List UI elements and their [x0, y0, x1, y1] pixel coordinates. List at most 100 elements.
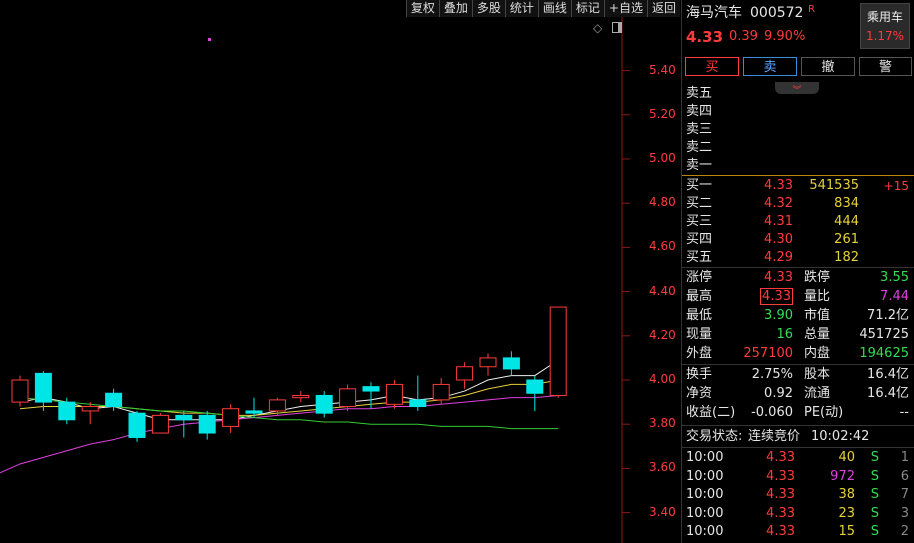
stat-label: 现量 — [686, 327, 713, 342]
bid-row[interactable]: 买四 4.30 261 — [682, 231, 914, 249]
tick-price: 4.33 — [766, 450, 795, 465]
kline-chart[interactable]: 5.40 5.20 5.00 4.80 4.60 4.40 4.20 4.00 3.80 3.60… — [0, 0, 680, 543]
ma-line-3 — [19, 397, 559, 430]
price-tick: 5.20 — [649, 106, 676, 121]
candle-body — [198, 414, 216, 434]
candle-body — [456, 366, 474, 381]
toolbar-btn-4[interactable]: 画线 — [537, 0, 571, 17]
stat-label: 总量 — [804, 327, 831, 342]
bid-volume: 834 — [834, 196, 859, 211]
bid-row[interactable]: 买三 4.31 444 — [682, 213, 914, 231]
ask-label: 卖二 — [686, 140, 713, 155]
tick-row: 10:00 4.33 15 S 2 — [682, 523, 914, 541]
trade-status: 交易状态: 连续竞价 10:02:42 — [682, 428, 914, 446]
toolbar-btn-2[interactable]: 多股 — [471, 0, 505, 17]
price-tick: 5.00 — [649, 151, 676, 165]
tick-time: 10:00 — [686, 468, 724, 484]
candle-body — [526, 379, 544, 394]
toolbar-btn-0[interactable]: 复权 — [405, 0, 439, 17]
stat-label: 净资 — [686, 386, 713, 401]
bid-price: 4.29 — [764, 250, 793, 265]
candle-body — [151, 414, 169, 434]
price-tick: 4.80 — [649, 195, 676, 210]
stat-value: 4.33 — [764, 270, 793, 285]
tick-count: 2 — [900, 524, 909, 539]
stat-value: 16.4亿 — [867, 386, 909, 401]
stat-value: 16.4亿 — [867, 367, 909, 382]
status-label: 交易状态: — [686, 429, 743, 444]
bid-label: 买二 — [686, 196, 713, 211]
ask-row[interactable]: 卖五 — [682, 85, 914, 103]
ask-label: 卖三 — [686, 122, 713, 137]
stat-label: 外盘 — [686, 346, 713, 361]
stat-value: 4.33 — [760, 288, 793, 305]
tick-time: 10:00 — [686, 524, 724, 539]
stat-label: 市值 — [804, 308, 831, 323]
candle-body — [175, 414, 193, 421]
sector-box[interactable]: 乘用车 1.17% — [860, 3, 910, 49]
tick-row: 10:00 4.33 38 S 7 — [682, 486, 914, 504]
bid-price: 4.30 — [764, 232, 793, 247]
candle-body — [81, 406, 99, 412]
price-tick: 4.60 — [649, 239, 676, 254]
tick-price: 4.33 — [766, 505, 795, 521]
toolbar-btn-7[interactable]: 返回 — [646, 0, 680, 17]
sector-name: 乘用车 — [866, 10, 903, 24]
panel-toggle-icon[interactable] — [612, 22, 622, 33]
tick-volume: 40 — [838, 450, 855, 465]
candle-body — [479, 357, 497, 368]
bid-row[interactable]: 买一 4.33 541535 +15 — [682, 177, 914, 195]
ask-row[interactable]: 卖一 — [682, 157, 914, 175]
bid-volume: 541535 — [809, 178, 859, 193]
candle-body — [34, 372, 52, 403]
candle-body — [362, 386, 380, 392]
tick-price: 4.33 — [766, 524, 795, 539]
stat-label: 股本 — [804, 367, 831, 382]
stat-value: 7.44 — [880, 289, 909, 304]
bid-row[interactable]: 买五 4.29 182 — [682, 249, 914, 267]
candle-body — [11, 379, 29, 403]
candle-body — [292, 394, 310, 399]
stock-price: 4.33 — [686, 28, 724, 46]
toolbar-btn-1[interactable]: 叠加 — [438, 0, 472, 17]
tick-count: 1 — [900, 450, 909, 465]
alert-button[interactable]: 警 — [859, 57, 912, 76]
quote-panel: 海马汽车 000572 R 4.33 0.39 9.90% 乘用车 1.17% … — [681, 0, 914, 543]
stat-row: 现量 16 总量 451725 — [682, 326, 914, 344]
ask-row[interactable]: 卖三 — [682, 121, 914, 139]
ask-row[interactable]: 卖二 — [682, 139, 914, 157]
candle-body — [502, 357, 520, 370]
stat-label: 最低 — [686, 308, 713, 323]
bid-price: 4.32 — [764, 196, 793, 211]
bid-price: 4.31 — [764, 214, 793, 229]
price-tick: 5.40 — [649, 62, 676, 77]
stat-value: 194625 — [859, 346, 909, 361]
toolbar-btn-5[interactable]: 标记 — [570, 0, 604, 17]
cancel-button[interactable]: 撤 — [801, 57, 855, 76]
bid-volume: 261 — [834, 232, 859, 247]
tick-side: S — [870, 487, 879, 502]
stat-label: PE(动) — [804, 405, 844, 420]
bid-volume: 444 — [834, 214, 859, 229]
bid-delta: +15 — [883, 179, 909, 193]
price-tick: 3.80 — [649, 416, 676, 431]
toolbar-btn-3[interactable]: 统计 — [504, 0, 538, 17]
stat-label: 内盘 — [804, 346, 831, 361]
stat-value: -- — [899, 405, 909, 420]
stock-flag: R — [808, 4, 815, 15]
price-tick: 4.00 — [649, 372, 676, 386]
tick-time: 10:00 — [686, 450, 724, 465]
kline-svg[interactable] — [0, 0, 680, 543]
diamond-icon[interactable]: ◇ — [593, 21, 602, 35]
price-tick: 4.40 — [649, 283, 676, 298]
bid-row[interactable]: 买二 4.32 834 — [682, 195, 914, 213]
stat-value: 451725 — [859, 327, 909, 342]
stat-value: 3.90 — [764, 308, 793, 323]
ask-row[interactable]: 卖四 — [682, 103, 914, 121]
buy-button[interactable]: 买 — [685, 57, 739, 76]
tick-count: 7 — [900, 487, 909, 502]
tick-row: 10:00 4.33 972 S 6 — [682, 468, 914, 486]
tick-count: 3 — [900, 505, 909, 521]
sell-button[interactable]: 卖 — [743, 57, 797, 76]
toolbar-btn-6[interactable]: +自选 — [603, 0, 647, 17]
